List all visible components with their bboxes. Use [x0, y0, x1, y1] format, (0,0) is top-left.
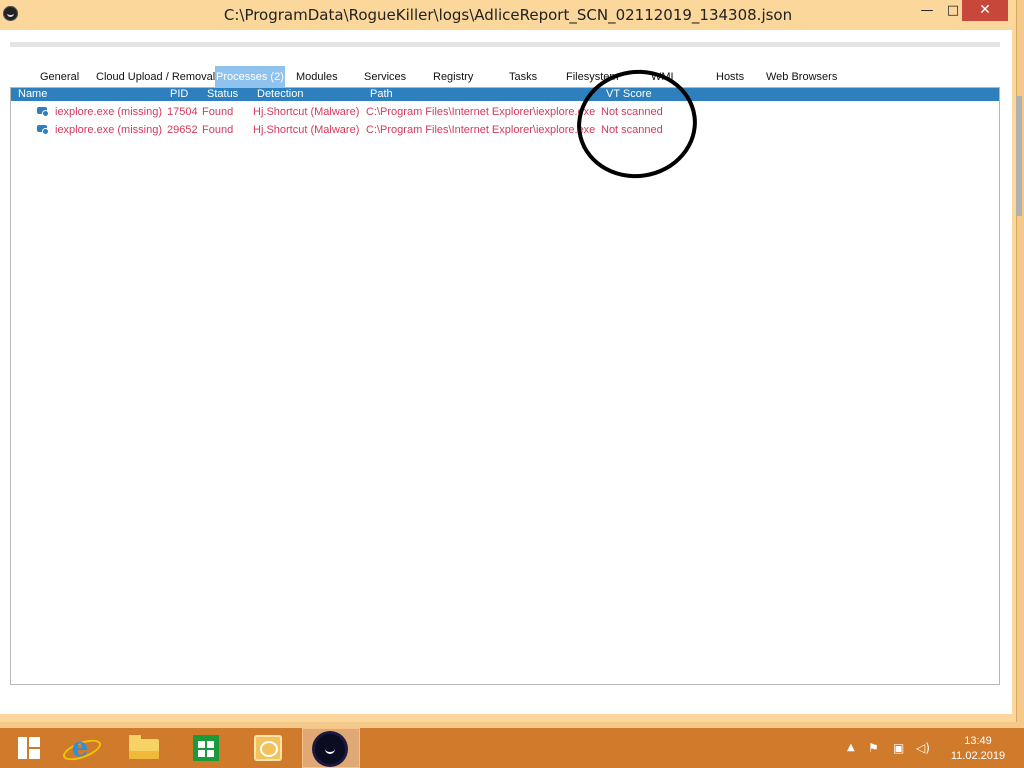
show-hidden-icons-button[interactable]: ▲ — [847, 728, 855, 768]
taskbar-store[interactable] — [177, 728, 235, 768]
cell-detection: Hj.Shortcut (Malware) — [253, 124, 360, 136]
table-row[interactable]: iexplore.exe (missing) 17504 Found Hj.Sh… — [11, 103, 999, 121]
cell-name: iexplore.exe (missing) — [55, 124, 162, 136]
tab-web-browsers[interactable]: Web Browsers — [766, 66, 837, 88]
cell-pid: 29652 — [167, 124, 198, 136]
column-header-name[interactable]: Name — [18, 88, 47, 101]
close-button[interactable]: ✕ — [962, 0, 1008, 21]
tab-cloud-upload-removal[interactable]: Cloud Upload / Removal — [96, 66, 215, 88]
network-icon[interactable]: ▣ — [893, 728, 904, 768]
clock-time: 13:49 — [964, 735, 992, 747]
taskbar-internet-explorer[interactable]: e — [52, 728, 110, 768]
system-clock[interactable]: 13:49 11.02.2019 — [946, 734, 1010, 764]
column-header-pid[interactable]: PID — [170, 88, 188, 101]
progress-bar — [10, 42, 1000, 47]
table-row[interactable]: iexplore.exe (missing) 29652 Found Hj.Sh… — [11, 121, 999, 139]
volume-icon[interactable]: ◁) — [916, 728, 930, 768]
taskbar-mail[interactable] — [240, 728, 298, 768]
taskbar-file-explorer[interactable] — [115, 728, 173, 768]
store-icon — [193, 735, 219, 761]
processes-list[interactable]: Name PID Status Detection Path VT Score … — [10, 87, 1000, 685]
action-center-flag-icon[interactable]: ⚑ — [868, 728, 879, 768]
tab-modules[interactable]: Modules — [296, 66, 338, 88]
title-bar[interactable]: C:\ProgramData\RogueKiller\logs\AdliceRe… — [0, 0, 1016, 30]
cell-status: Found — [202, 124, 234, 136]
process-icon — [37, 125, 49, 135]
cell-path: C:\Program Files\Internet Explorer\iexpl… — [366, 106, 596, 118]
tab-registry[interactable]: Registry — [433, 66, 473, 88]
roguekiller-icon — [315, 734, 345, 764]
scrollbar-thumb[interactable] — [1016, 96, 1022, 216]
app-window: C:\ProgramData\RogueKiller\logs\AdliceRe… — [0, 0, 1017, 722]
tab-services[interactable]: Services — [364, 66, 406, 88]
column-header-detection[interactable]: Detection — [257, 88, 303, 101]
internet-explorer-icon: e — [71, 733, 89, 763]
cell-name: iexplore.exe (missing) — [55, 106, 162, 118]
tab-general[interactable]: General — [40, 66, 79, 88]
column-header-status[interactable]: Status — [207, 88, 238, 101]
cell-detection: Hj.Shortcut (Malware) — [253, 106, 360, 118]
start-button[interactable] — [6, 728, 52, 768]
client-area: General Cloud Upload / Removal Processes… — [0, 30, 1012, 714]
cell-path: C:\Program Files\Internet Explorer\iexpl… — [366, 124, 596, 136]
taskbar: e ▲ ⚑ ▣ ◁) 13:49 11.02.2019 — [0, 728, 1024, 768]
file-explorer-icon — [129, 735, 159, 759]
cell-status: Found — [202, 106, 234, 118]
column-header-path[interactable]: Path — [370, 88, 393, 101]
clock-date: 11.02.2019 — [950, 750, 1006, 762]
mail-icon — [254, 735, 282, 761]
tab-hosts[interactable]: Hosts — [716, 66, 744, 88]
cell-pid: 17504 — [167, 106, 198, 118]
list-header: Name PID Status Detection Path VT Score — [11, 88, 999, 101]
minimize-button[interactable]: — — [914, 0, 940, 21]
window-title: C:\ProgramData\RogueKiller\logs\AdliceRe… — [223, 6, 793, 24]
tab-tasks[interactable]: Tasks — [509, 66, 537, 88]
taskbar-roguekiller[interactable] — [302, 728, 360, 768]
process-icon — [37, 107, 49, 117]
tab-processes[interactable]: Processes (2) — [215, 66, 285, 88]
start-icon — [18, 737, 40, 759]
